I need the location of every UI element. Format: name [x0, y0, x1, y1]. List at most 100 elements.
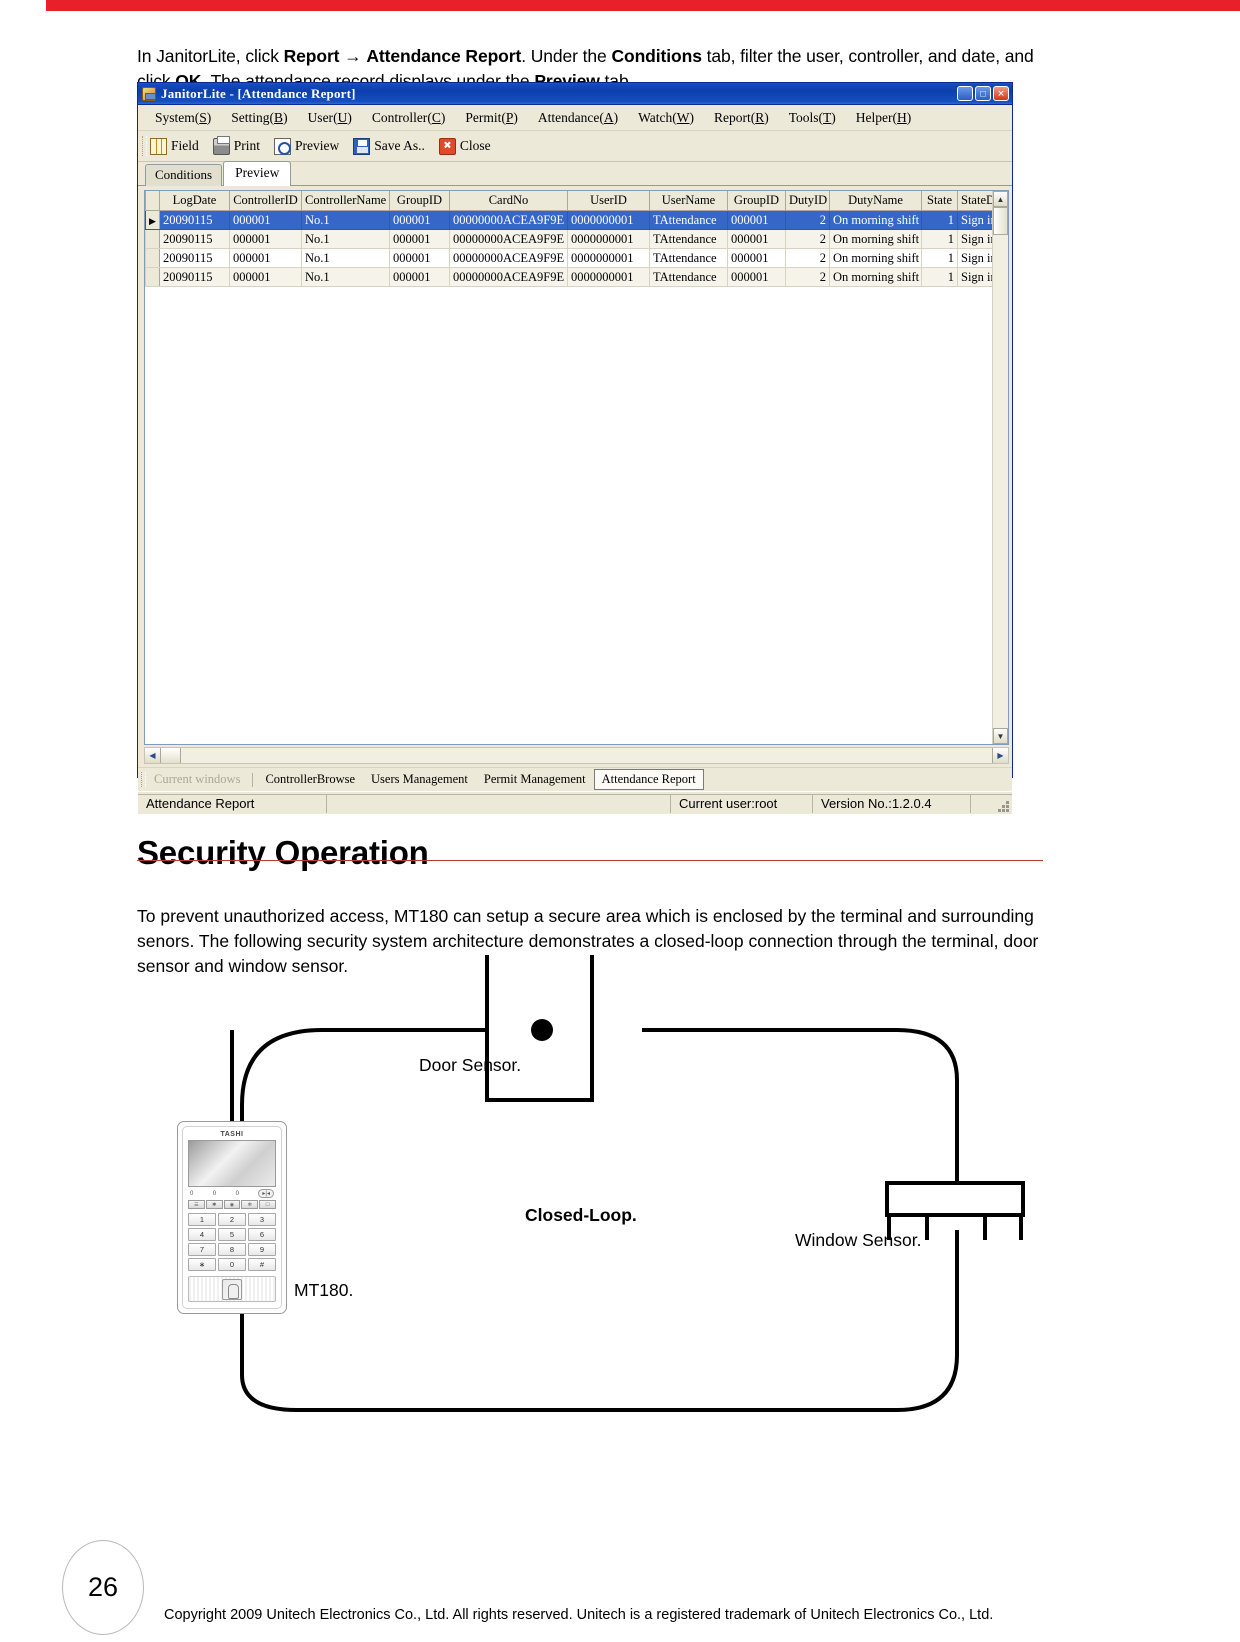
menu-item-watch[interactable]: Watch(W)	[629, 108, 705, 128]
toolbar-button-print[interactable]: Print	[210, 135, 268, 156]
column-header-controllerid[interactable]: ControllerID	[229, 191, 302, 211]
device-function-key[interactable]: ✻	[241, 1200, 259, 1209]
column-header-state[interactable]: State	[921, 191, 958, 211]
table-row[interactable]: ▶ 20090115 000001 No.1 000001 00000000AC…	[145, 210, 992, 230]
keypad-key[interactable]: 1	[188, 1213, 216, 1226]
column-header-controllername[interactable]: ControllerName	[301, 191, 390, 211]
scroll-up-button[interactable]: ▲	[993, 191, 1008, 207]
table-row[interactable]: 20090115 000001 No.1 000001 00000000ACEA…	[145, 229, 992, 249]
keypad-key[interactable]: 9	[248, 1243, 276, 1256]
device-function-key[interactable]: ☐	[259, 1200, 276, 1209]
menu-label: Attendance	[537, 109, 600, 125]
keypad-key[interactable]: 3	[248, 1213, 276, 1226]
table-header-row: LogDate ControllerID ControllerName Grou…	[145, 191, 992, 211]
page-number-badge: 26	[62, 1540, 144, 1635]
keypad-key[interactable]: 8	[218, 1243, 246, 1256]
cell-dutyname: On morning shift	[829, 267, 922, 287]
keypad-key[interactable]: 7	[188, 1243, 216, 1256]
cell-statede: Sign in	[957, 267, 992, 287]
cell-statede: Sign in	[957, 210, 992, 230]
table-row[interactable]: 20090115 000001 No.1 000001 00000000ACEA…	[145, 248, 992, 268]
tab-preview[interactable]: Preview	[223, 161, 292, 186]
horizontal-scroll-thumb[interactable]	[161, 748, 181, 763]
toolbar-button-preview[interactable]: Preview	[271, 137, 347, 156]
menu-item-system[interactable]: System(S)	[146, 108, 222, 128]
minimize-button[interactable]: _	[957, 86, 973, 101]
vertical-scroll-track[interactable]	[993, 235, 1008, 728]
label-door-sensor: Door Sensor.	[419, 1055, 522, 1075]
column-header-dutyid[interactable]: DutyID	[785, 191, 830, 211]
tab-conditions[interactable]: Conditions	[145, 164, 223, 186]
column-header-cardno[interactable]: CardNo	[449, 191, 568, 211]
heading-underline	[137, 860, 1043, 861]
floppy-icon	[353, 137, 371, 155]
column-header-username[interactable]: UserName	[649, 191, 728, 211]
column-header-groupid-2[interactable]: GroupID	[727, 191, 786, 211]
window-tab-permit-management[interactable]: Permit Management	[476, 770, 594, 789]
cell-userid: 0000000001	[567, 267, 650, 287]
menu-item-permit[interactable]: Permit(P)	[456, 108, 529, 128]
cell-controllerid: 000001	[229, 210, 302, 230]
device-function-key[interactable]: ◉	[223, 1200, 241, 1209]
scroll-right-button[interactable]: ▶	[992, 748, 1008, 763]
scroll-left-button[interactable]: ◀	[145, 748, 161, 763]
cell-cardno: 00000000ACEA9F9E	[449, 267, 568, 287]
keypad-key[interactable]: 5	[218, 1228, 246, 1241]
top-accent-bar-notch	[0, 0, 46, 11]
keypad-key[interactable]: #	[248, 1258, 276, 1271]
vertical-scrollbar[interactable]: ▲ ▼	[992, 191, 1008, 744]
menu-item-user[interactable]: User(U)	[299, 108, 363, 128]
column-header-logdate[interactable]: LogDate	[159, 191, 230, 211]
resize-grip-icon[interactable]	[995, 798, 1009, 812]
scroll-down-button[interactable]: ▼	[993, 728, 1008, 744]
device-function-key[interactable]: ✱	[205, 1200, 223, 1209]
toolbar-button-field[interactable]: Field	[147, 137, 207, 156]
menu-item-tools[interactable]: Tools(T)	[780, 108, 847, 128]
menu-item-attendance[interactable]: Attendance(A)	[529, 108, 629, 128]
menu-item-controller[interactable]: Controller(C)	[363, 108, 457, 128]
device-fingerprint-area	[188, 1276, 276, 1302]
keypad-key[interactable]: 2	[218, 1213, 246, 1226]
keypad-key[interactable]: 4	[188, 1228, 216, 1241]
keypad-key[interactable]: 0	[218, 1258, 246, 1271]
fingerprint-scanner-icon	[222, 1279, 242, 1300]
current-windows-label: Current windows	[154, 772, 241, 786]
column-header-userid[interactable]: UserID	[567, 191, 650, 211]
copyright-notice: Copyright 2009 Unitech Electronics Co., …	[164, 1607, 994, 1623]
device-function-key[interactable]: ☰	[188, 1200, 205, 1209]
horizontal-scrollbar[interactable]: ◀ ▶	[144, 747, 1009, 764]
window-tab-controllerbrowse[interactable]: ControllerBrowse	[257, 770, 363, 789]
cell-logdate: 20090115	[159, 248, 230, 268]
maximize-icon: □	[980, 88, 986, 98]
window-tab-attendance-report[interactable]: Attendance Report	[593, 769, 704, 790]
menu-item-report[interactable]: Report(R)	[705, 108, 780, 128]
menu-label: User	[307, 109, 334, 125]
keypad-key[interactable]: ∗	[188, 1258, 216, 1271]
keypad-key[interactable]: 6	[248, 1228, 276, 1241]
cell-username: TAttendance	[649, 267, 728, 287]
menu-label: Setting	[231, 109, 270, 125]
window-sensor-box	[885, 1181, 1025, 1217]
cell-state: 1	[921, 248, 958, 268]
status-version: Version No.:1.2.0.4	[812, 793, 970, 813]
maximize-button[interactable]: □	[975, 86, 991, 101]
window-tab-users-management[interactable]: Users Management	[363, 770, 476, 789]
device-indicator-0: 0	[190, 1190, 194, 1197]
toolbar-button-save-as[interactable]: Save As..	[350, 137, 433, 156]
table-row[interactable]: 20090115 000001 No.1 000001 00000000ACEA…	[145, 267, 992, 287]
column-header-groupid[interactable]: GroupID	[389, 191, 450, 211]
menu-item-helper[interactable]: Helper(H)	[847, 108, 922, 128]
vertical-scroll-thumb[interactable]	[993, 207, 1008, 235]
window-title-bar: JanitorLite - [Attendance Report] _ □ ✕	[138, 83, 1012, 105]
menu-label: Helper	[855, 109, 893, 125]
menu-item-setting[interactable]: Setting(B)	[222, 108, 298, 128]
toolbar-button-close[interactable]: Close	[436, 137, 499, 156]
cell-groupid: 000001	[389, 267, 450, 287]
intro-arrow: →	[339, 45, 367, 66]
close-button[interactable]: ✕	[993, 86, 1009, 101]
column-header-dutyname[interactable]: DutyName	[829, 191, 922, 211]
column-header-statede[interactable]: StateDe	[957, 191, 992, 211]
intro-text-2: . Under the	[521, 45, 612, 66]
menu-accel: B	[274, 109, 284, 125]
horizontal-scroll-track[interactable]	[181, 748, 992, 763]
